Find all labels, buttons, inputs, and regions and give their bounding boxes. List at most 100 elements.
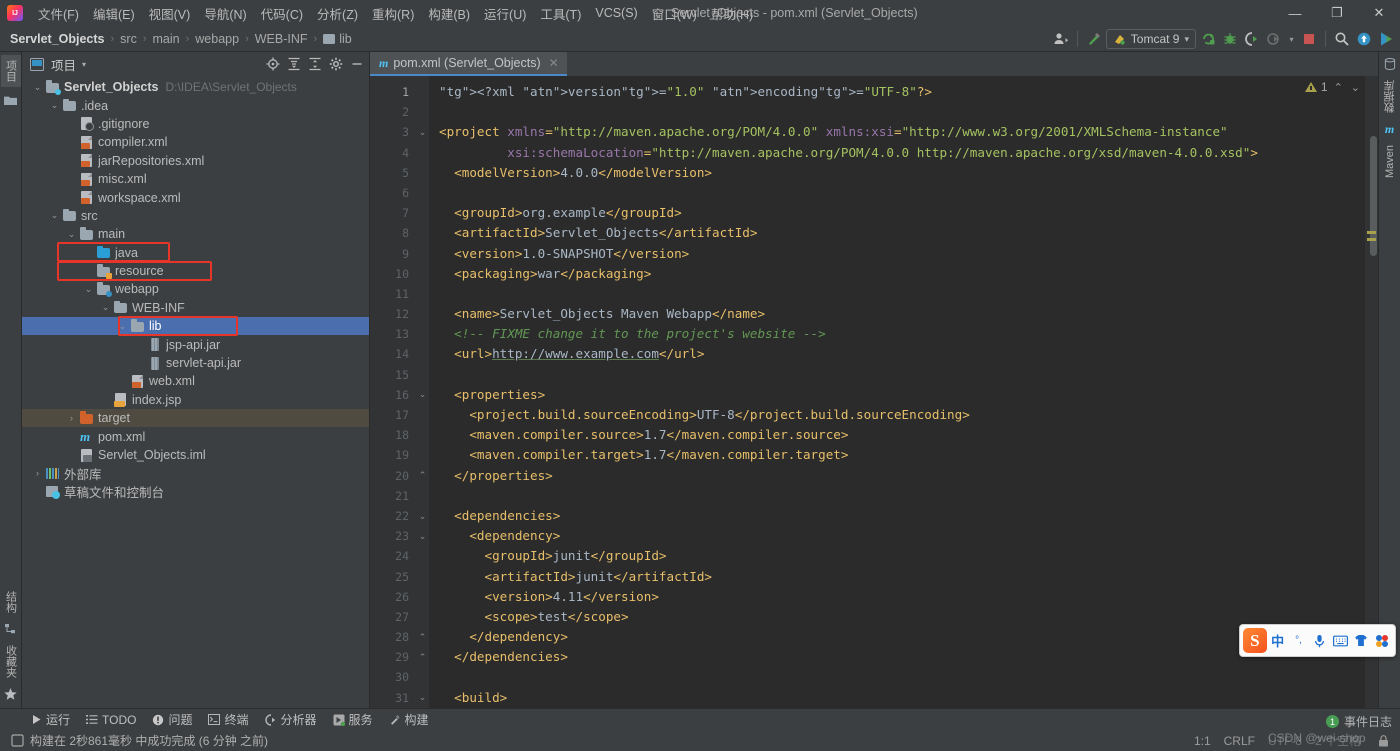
bottom-tool-终端[interactable]: 终端 xyxy=(201,709,255,730)
debug-icon[interactable] xyxy=(1220,29,1240,49)
chevron-down-icon[interactable]: ▾ xyxy=(1286,29,1297,49)
code-line[interactable]: </properties> xyxy=(429,466,1365,486)
menu-tools[interactable]: 工具(T) xyxy=(533,0,588,27)
ime-chinese-mode-button[interactable]: 中 xyxy=(1268,628,1288,653)
code-line[interactable]: <groupId>org.example</groupId> xyxy=(429,203,1365,223)
menu-vcs[interactable]: VCS(S) xyxy=(588,2,644,24)
run-coverage-icon[interactable] xyxy=(1242,29,1262,49)
play-icon[interactable] xyxy=(1376,29,1396,49)
code-line[interactable]: <dependency> xyxy=(429,526,1365,546)
tree-node-jsp-api-jar[interactable]: · jsp-api.jar xyxy=(22,335,369,353)
bottom-tool-问题[interactable]: 问题 xyxy=(145,709,199,730)
chevron-right-icon[interactable]: › xyxy=(66,413,77,424)
update-project-icon[interactable] xyxy=(1354,29,1374,49)
code-line[interactable]: <url>http://www.example.com</url> xyxy=(429,344,1365,364)
fold-toggle-icon[interactable]: ⌄ xyxy=(416,122,429,142)
code-line[interactable]: <version>4.11</version> xyxy=(429,587,1365,607)
indent-setting[interactable]: 2 个空格 xyxy=(1315,732,1361,749)
code-line[interactable]: <packaging>war</packaging> xyxy=(429,264,1365,284)
tree-node-src[interactable]: ⌄ src xyxy=(22,207,369,225)
code-line[interactable]: <groupId>junit</groupId> xyxy=(429,546,1365,566)
warning-stripe-mark[interactable] xyxy=(1367,238,1376,241)
breadcrumb-item-lib[interactable]: lib xyxy=(323,32,352,46)
database-icon[interactable] xyxy=(1381,55,1399,73)
editor-tab-pom-xml[interactable]: m pom.xml (Servlet_Objects) ✕ xyxy=(370,52,567,76)
close-button[interactable]: ✕ xyxy=(1358,0,1400,26)
stop-icon[interactable] xyxy=(1299,29,1319,49)
expand-all-icon[interactable] xyxy=(285,55,303,73)
breadcrumb-item-servlet-objects[interactable]: Servlet_Objects xyxy=(10,32,105,46)
microphone-icon[interactable] xyxy=(1309,628,1329,653)
sidebar-item-project[interactable]: 项目 xyxy=(0,55,21,87)
menu-view[interactable]: 视图(V) xyxy=(142,0,198,27)
bottom-tool-运行[interactable]: 运行 xyxy=(24,709,77,730)
code-line[interactable]: <name>Servlet_Objects Maven Webapp</name… xyxy=(429,304,1365,324)
code-line[interactable]: "tg"><?xml "atn">version"tg">="1.0" "atn… xyxy=(429,82,1365,102)
tree-node--gitignore[interactable]: · .gitignore xyxy=(22,115,369,133)
chevron-down-icon[interactable]: ⌄ xyxy=(1349,81,1362,94)
sidebar-item-favorites[interactable]: 收藏夹 xyxy=(1,640,21,683)
tree-node-resource[interactable]: · resource xyxy=(22,262,369,280)
tree-node-lib[interactable]: ⌄ lib xyxy=(22,317,369,336)
code-line[interactable]: <dependencies> xyxy=(429,506,1365,526)
close-icon[interactable]: ✕ xyxy=(549,56,559,70)
code-line[interactable]: </dependency> xyxy=(429,627,1365,647)
line-separator[interactable]: CRLF xyxy=(1224,734,1255,748)
settings-gear-icon[interactable] xyxy=(327,55,345,73)
chevron-down-icon[interactable]: ⌄ xyxy=(49,100,60,111)
menu-file[interactable]: 文件(F) xyxy=(31,0,86,27)
fold-toggle-icon[interactable]: ⌄ xyxy=(416,506,429,526)
menu-edit[interactable]: 编辑(E) xyxy=(86,0,142,27)
sidebar-item-structure[interactable]: 结构 xyxy=(1,586,21,618)
tree-node-外部库[interactable]: › 外部库 xyxy=(22,464,369,482)
tree-node-compiler-xml[interactable]: · compiler.xml xyxy=(22,133,369,151)
code-line[interactable]: </dependencies> xyxy=(429,647,1365,667)
code-line[interactable]: <project xmlns="http://maven.apache.org/… xyxy=(429,122,1365,142)
star-icon[interactable] xyxy=(2,685,20,703)
tree-node-index-jsp[interactable]: · index.jsp xyxy=(22,391,369,409)
fold-toggle-icon[interactable]: ⌄ xyxy=(416,688,429,708)
collapse-all-icon[interactable] xyxy=(306,55,324,73)
tree-node-jarrepositories-xml[interactable]: · jarRepositories.xml xyxy=(22,152,369,170)
chevron-down-icon[interactable]: ⌄ xyxy=(83,284,94,295)
code-line[interactable]: xsi:schemaLocation="http://maven.apache.… xyxy=(429,143,1365,163)
hide-icon[interactable] xyxy=(348,55,366,73)
read-only-lock-icon[interactable] xyxy=(1374,732,1392,750)
breadcrumb-item-web-inf[interactable]: WEB-INF xyxy=(255,32,308,46)
chevron-down-icon[interactable]: ⌄ xyxy=(66,229,77,240)
code-line[interactable] xyxy=(429,667,1365,687)
code-line[interactable] xyxy=(429,183,1365,203)
code-content[interactable]: "tg"><?xml "atn">version"tg">="1.0" "atn… xyxy=(429,76,1365,708)
minimize-button[interactable]: — xyxy=(1274,0,1316,26)
tree-node-workspace-xml[interactable]: · workspace.xml xyxy=(22,188,369,206)
code-line[interactable] xyxy=(429,365,1365,385)
breadcrumb-item-src[interactable]: src xyxy=(120,32,137,46)
code-folding-gutter[interactable]: ⌄ ⌄ ⌃ ⌄ ⌄ ⌃ ⌃ ⌄ xyxy=(416,76,429,708)
chevron-down-icon[interactable]: ▾ xyxy=(82,60,86,69)
code-line[interactable]: <build> xyxy=(429,688,1365,708)
keyboard-icon[interactable] xyxy=(1330,628,1350,653)
sidebar-item-maven[interactable]: Maven xyxy=(1382,140,1398,183)
code-line[interactable]: <properties> xyxy=(429,385,1365,405)
bottom-tool-服务[interactable]: 服务 xyxy=(326,709,380,730)
code-line[interactable]: <artifactId>junit</artifactId> xyxy=(429,567,1365,587)
fold-toggle-icon[interactable]: ⌃ xyxy=(416,627,429,647)
code-line[interactable]: <maven.compiler.source>1.7</maven.compil… xyxy=(429,425,1365,445)
build-hammer-icon[interactable] xyxy=(1084,29,1104,49)
file-encoding[interactable]: UTF-8 xyxy=(1268,734,1302,748)
bottom-tool-分析器[interactable]: 分析器 xyxy=(258,709,324,730)
bottom-tool-todo[interactable]: TODO xyxy=(79,711,143,729)
warning-stripe-mark[interactable] xyxy=(1367,231,1376,234)
sidebar-item-database[interactable]: 数据库 xyxy=(1380,75,1400,118)
locate-icon[interactable] xyxy=(264,55,282,73)
fold-toggle-icon[interactable]: ⌃ xyxy=(416,647,429,667)
breadcrumb-item-main[interactable]: main xyxy=(153,32,180,46)
tree-node-web-xml[interactable]: · web.xml xyxy=(22,372,369,390)
error-stripe-scrollbar[interactable] xyxy=(1365,76,1378,708)
run-configuration-selector[interactable]: Tomcat 9 ▾ xyxy=(1105,29,1196,49)
skin-icon[interactable] xyxy=(1351,628,1371,653)
menu-run[interactable]: 运行(U) xyxy=(477,0,533,27)
event-log-widget[interactable]: 1 事件日志 xyxy=(1325,713,1392,730)
user-avatar-icon[interactable] xyxy=(1051,29,1071,49)
run-icon[interactable] xyxy=(1198,29,1218,49)
